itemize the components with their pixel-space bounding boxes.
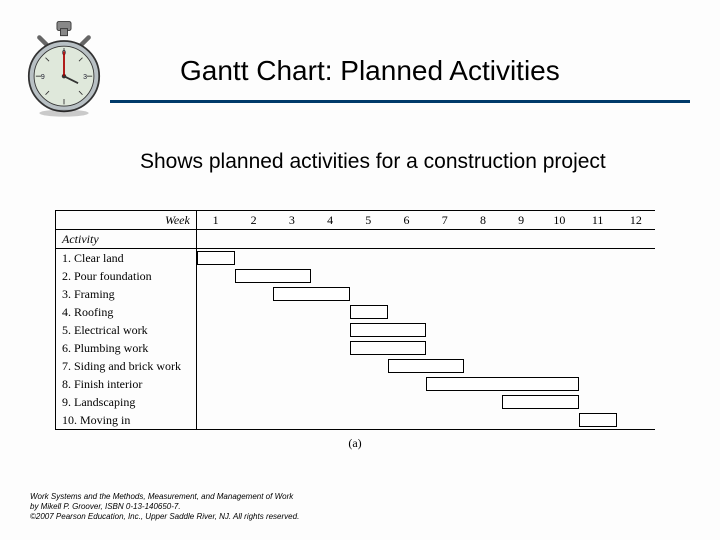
gantt-header-activity: Activity xyxy=(56,230,656,249)
header: 0 9 3 Gantt Chart: Planned Activities xyxy=(0,0,720,110)
week-1: 1 xyxy=(196,211,234,230)
gantt-bar xyxy=(197,251,235,265)
svg-text:9: 9 xyxy=(41,74,45,81)
stopwatch-icon: 0 9 3 xyxy=(20,20,108,120)
gantt-bar xyxy=(350,323,426,337)
gantt-row: 5. Electrical work xyxy=(56,321,656,339)
gantt-bar xyxy=(388,359,464,373)
gantt-table: Week 1 2 3 4 5 6 7 8 9 10 11 12 Activity… xyxy=(55,210,655,430)
week-4: 4 xyxy=(311,211,349,230)
activity-name: 9. Landscaping xyxy=(56,393,197,411)
activity-name: 3. Framing xyxy=(56,285,197,303)
gantt-bar xyxy=(350,305,388,319)
gantt-track xyxy=(196,267,655,285)
week-5: 5 xyxy=(349,211,387,230)
page-title: Gantt Chart: Planned Activities xyxy=(180,55,560,87)
gantt-track xyxy=(196,303,655,321)
gantt-chart: Week 1 2 3 4 5 6 7 8 9 10 11 12 Activity… xyxy=(55,210,655,451)
gantt-track xyxy=(196,285,655,303)
gantt-bar xyxy=(502,395,578,409)
activity-name: 4. Roofing xyxy=(56,303,197,321)
gantt-row: 8. Finish interior xyxy=(56,375,656,393)
gantt-track xyxy=(196,411,655,430)
gantt-row: 7. Siding and brick work xyxy=(56,357,656,375)
activity-label: Activity xyxy=(56,230,197,249)
gantt-row: 1. Clear land xyxy=(56,249,656,268)
gantt-row: 3. Framing xyxy=(56,285,656,303)
activity-name: 7. Siding and brick work xyxy=(56,357,197,375)
week-11: 11 xyxy=(579,211,617,230)
gantt-track xyxy=(196,249,655,268)
week-10: 10 xyxy=(540,211,578,230)
gantt-row: 10. Moving in xyxy=(56,411,656,430)
slide: 0 9 3 Gantt Chart: Planned Activities Sh… xyxy=(0,0,720,540)
gantt-bar xyxy=(273,287,349,301)
gantt-row: 9. Landscaping xyxy=(56,393,656,411)
gantt-row: 2. Pour foundation xyxy=(56,267,656,285)
gantt-bar xyxy=(350,341,426,355)
gantt-track xyxy=(196,393,655,411)
week-3: 3 xyxy=(273,211,311,230)
week-8: 8 xyxy=(464,211,502,230)
footer-line-1: Work Systems and the Methods, Measuremen… xyxy=(30,492,299,502)
activity-name: 2. Pour foundation xyxy=(56,267,197,285)
week-12: 12 xyxy=(617,211,655,230)
activity-name: 6. Plumbing work xyxy=(56,339,197,357)
week-6: 6 xyxy=(387,211,425,230)
activity-name: 8. Finish interior xyxy=(56,375,197,393)
week-label: Week xyxy=(56,211,197,230)
chart-caption: (a) xyxy=(55,436,655,451)
gantt-track xyxy=(196,321,655,339)
title-underline xyxy=(110,100,690,103)
gantt-bar xyxy=(426,377,579,391)
activity-name: 1. Clear land xyxy=(56,249,197,268)
gantt-bar xyxy=(579,413,617,427)
footer-line-3: ©2007 Pearson Education, Inc., Upper Sad… xyxy=(30,512,299,522)
week-7: 7 xyxy=(426,211,464,230)
activity-name: 10. Moving in xyxy=(56,411,197,430)
gantt-track xyxy=(196,375,655,393)
gantt-row: 4. Roofing xyxy=(56,303,656,321)
week-9: 9 xyxy=(502,211,540,230)
week-2: 2 xyxy=(235,211,273,230)
activity-name: 5. Electrical work xyxy=(56,321,197,339)
copyright-footer: Work Systems and the Methods, Measuremen… xyxy=(30,492,299,522)
subtitle: Shows planned activities for a construct… xyxy=(140,150,606,174)
gantt-header-weeks: Week 1 2 3 4 5 6 7 8 9 10 11 12 xyxy=(56,211,656,230)
footer-line-2: by Mikell P. Groover, ISBN 0-13-140650-7… xyxy=(30,502,299,512)
gantt-track xyxy=(196,357,655,375)
gantt-row: 6. Plumbing work xyxy=(56,339,656,357)
svg-text:3: 3 xyxy=(83,74,87,81)
gantt-bar xyxy=(235,269,311,283)
gantt-track xyxy=(196,339,655,357)
